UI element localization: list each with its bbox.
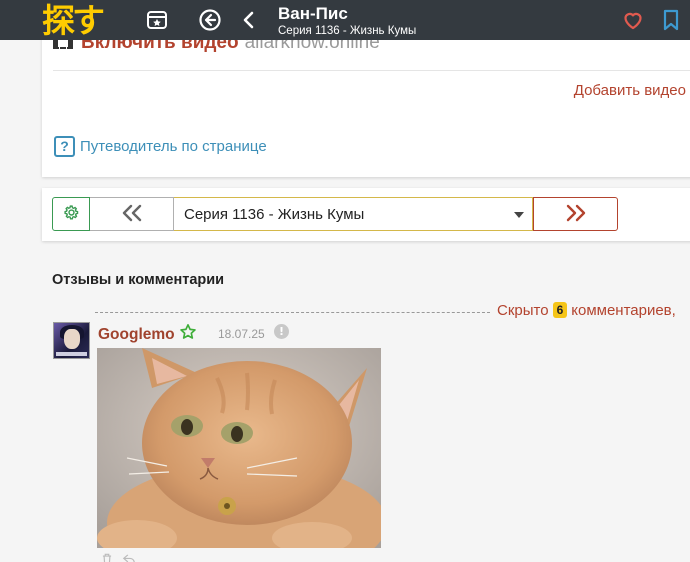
bookmark-box-icon[interactable]: [145, 8, 169, 32]
comment-image[interactable]: [97, 348, 381, 548]
dashed-divider: [95, 312, 490, 313]
comments-title: Отзывы и комментарии: [52, 272, 225, 288]
page-title: Ван-Пис: [278, 4, 348, 23]
hidden-count-badge: 6: [552, 302, 568, 318]
hidden-comments-toggle[interactable]: Скрыто 6 комментариев,: [497, 302, 676, 319]
prev-episode-button[interactable]: [90, 197, 174, 231]
reply-icon[interactable]: [122, 552, 136, 562]
back-circle-icon[interactable]: [198, 8, 222, 32]
top-bar: 探す Ван-Пис Серия 1136 - Жизнь Кумы: [0, 0, 690, 40]
comment-actions: [100, 552, 136, 562]
chevron-left-icon[interactable]: [237, 8, 261, 32]
episode-nav: Серия 1136 - Жизнь Кумы: [52, 197, 618, 231]
question-icon: ?: [54, 136, 75, 157]
double-chevron-left-icon: [121, 199, 143, 229]
username-label: Googlemo: [98, 325, 175, 343]
bookmark-icon[interactable]: [659, 8, 683, 32]
avatar[interactable]: [53, 322, 90, 359]
trash-icon[interactable]: [100, 552, 114, 562]
settings-button[interactable]: [52, 197, 90, 231]
divider: [53, 70, 690, 71]
site-logo[interactable]: 探す: [42, 0, 105, 40]
video-card: Включить видео allarknow.online Добавить …: [42, 22, 690, 177]
next-episode-button[interactable]: [533, 197, 618, 231]
avatar-tag: [56, 352, 87, 356]
heart-icon[interactable]: [621, 8, 645, 32]
avatar-face: [64, 329, 80, 349]
report-icon[interactable]: !: [274, 324, 289, 339]
page-subtitle: Серия 1136 - Жизнь Кумы: [278, 25, 417, 37]
page-guide-link[interactable]: ? Путеводитель по странице: [54, 136, 267, 157]
caret-down-icon: [514, 212, 524, 218]
episode-nav-card: Серия 1136 - Жизнь Кумы: [42, 188, 690, 241]
page-guide-label: Путеводитель по странице: [80, 138, 267, 155]
episode-select[interactable]: Серия 1136 - Жизнь Кумы: [174, 197, 533, 231]
add-video-link[interactable]: Добавить видео: [574, 82, 686, 99]
double-chevron-right-icon: [565, 199, 587, 229]
hidden-prefix: Скрыто: [497, 302, 549, 319]
star-icon: [179, 323, 197, 346]
comment-date: 18.07.25: [218, 327, 265, 341]
gear-icon: [63, 204, 80, 225]
selected-episode: Серия 1136 - Жизнь Кумы: [184, 205, 365, 223]
hidden-suffix: комментариев,: [571, 302, 676, 319]
comment-username[interactable]: Googlemo: [98, 323, 197, 346]
